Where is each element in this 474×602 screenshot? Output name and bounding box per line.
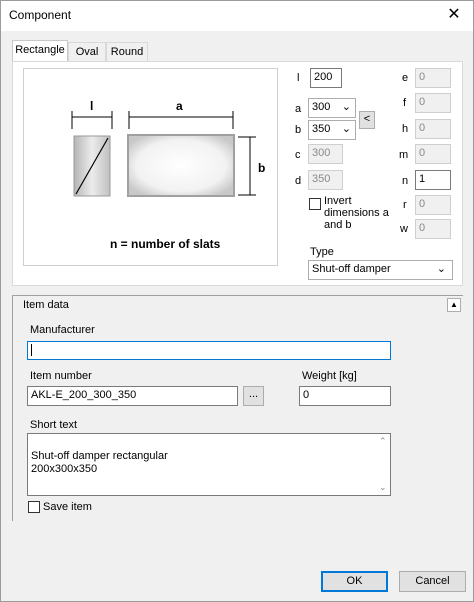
dim-a-value: 300 (312, 101, 331, 113)
dimension-b-line (238, 136, 256, 196)
manufacturer-input[interactable] (27, 341, 391, 360)
dim-e-input[interactable]: 0 (415, 68, 451, 88)
dim-m-input[interactable]: 0 (415, 144, 451, 164)
cancel-button[interactable]: Cancel (399, 571, 466, 592)
ok-button[interactable]: OK (321, 571, 388, 592)
tab-rectangle[interactable]: Rectangle (12, 40, 68, 63)
close-icon[interactable]: ✕ (441, 3, 467, 27)
save-item-label: Save item (43, 501, 92, 513)
dim-b-select[interactable]: 350 ⌄ (308, 120, 356, 140)
section-border-left (12, 295, 13, 521)
invert-dimensions-label: Invert dimensions a and b (324, 195, 389, 231)
window-title: Component (9, 8, 72, 22)
dim-n-label: n (402, 175, 409, 187)
dim-e-label: e (402, 72, 409, 84)
title-bar: Component ✕ (1, 1, 473, 31)
dim-l-label: l (297, 72, 300, 84)
damper-front-view (127, 134, 235, 197)
swap-ab-button[interactable]: < (359, 111, 375, 129)
short-text-scrollbar[interactable]: ⌃ ⌄ (376, 434, 390, 495)
type-label: Type (310, 246, 334, 258)
dim-a-label: a (295, 103, 302, 115)
dim-w-label: w (400, 223, 408, 235)
component-dialog: Component ✕ Rectangle Oval Round l a b n… (0, 0, 474, 602)
scroll-down-icon[interactable]: ⌄ (379, 481, 387, 494)
invert-label-line: Invert (324, 195, 352, 207)
collapse-section-button[interactable]: ▲ (447, 298, 461, 312)
chevron-down-icon: ⌄ (436, 263, 446, 275)
damper-diagram: l a b n = number of slats (23, 68, 278, 266)
diagram-label-a: a (176, 99, 183, 113)
short-text-value: Shut-off damper rectangular 200x300x350 (31, 450, 168, 475)
diagram-label-b: b (258, 161, 266, 175)
chevron-down-icon: ⌄ (341, 123, 351, 135)
dim-d-label: d (295, 175, 302, 187)
save-item-checkbox[interactable] (28, 501, 40, 513)
tab-round[interactable]: Round (106, 42, 148, 62)
dimension-l-line (71, 111, 113, 129)
short-text-textarea[interactable]: Shut-off damper rectangular 200x300x350 … (27, 433, 391, 496)
dim-n-input[interactable]: 1 (415, 170, 451, 190)
section-divider (12, 295, 463, 296)
diagram-label-l: l (90, 99, 94, 113)
dim-l-input[interactable]: 200 (310, 68, 342, 88)
dim-f-input[interactable]: 0 (415, 93, 451, 113)
dim-r-label: r (403, 199, 407, 211)
diagram-caption: n = number of slats (110, 237, 221, 251)
weight-label: Weight [kg] (302, 370, 357, 382)
invert-label-line: and b (324, 219, 352, 231)
tab-label: Rectangle (15, 44, 65, 56)
dim-w-input[interactable]: 0 (415, 219, 451, 239)
type-value: Shut-off damper (312, 263, 391, 275)
dim-h-input[interactable]: 0 (415, 119, 451, 139)
item-data-header: Item data (23, 299, 69, 311)
chevron-down-icon: ⌄ (341, 101, 351, 113)
dim-m-label: m (399, 149, 409, 161)
dim-c-label: c (295, 149, 301, 161)
type-select[interactable]: Shut-off damper ⌄ (308, 260, 453, 280)
dim-a-select[interactable]: 300 ⌄ (308, 98, 356, 118)
browse-button[interactable]: ... (243, 386, 264, 406)
dim-d-input[interactable]: 350 (308, 170, 343, 190)
manufacturer-label: Manufacturer (30, 324, 95, 336)
tab-label: Round (110, 46, 144, 58)
dim-b-label: b (295, 124, 302, 136)
dim-c-input[interactable]: 300 (308, 144, 343, 164)
tab-label: Oval (75, 46, 99, 58)
item-number-input[interactable]: AKL-E_200_300_350 (27, 386, 238, 406)
item-number-label: Item number (30, 370, 92, 382)
weight-input[interactable]: 0 (299, 386, 391, 406)
dim-h-label: h (402, 123, 409, 135)
invert-dimensions-checkbox[interactable] (309, 198, 321, 210)
scroll-up-icon[interactable]: ⌃ (379, 435, 387, 448)
dimension-a-line (128, 111, 234, 129)
short-text-label: Short text (30, 419, 78, 431)
invert-label-line: dimensions a (324, 207, 389, 219)
dim-f-label: f (403, 97, 407, 109)
dim-r-input[interactable]: 0 (415, 195, 451, 215)
text-cursor (31, 344, 32, 357)
dim-b-value: 350 (312, 123, 331, 135)
tab-oval[interactable]: Oval (68, 42, 106, 62)
